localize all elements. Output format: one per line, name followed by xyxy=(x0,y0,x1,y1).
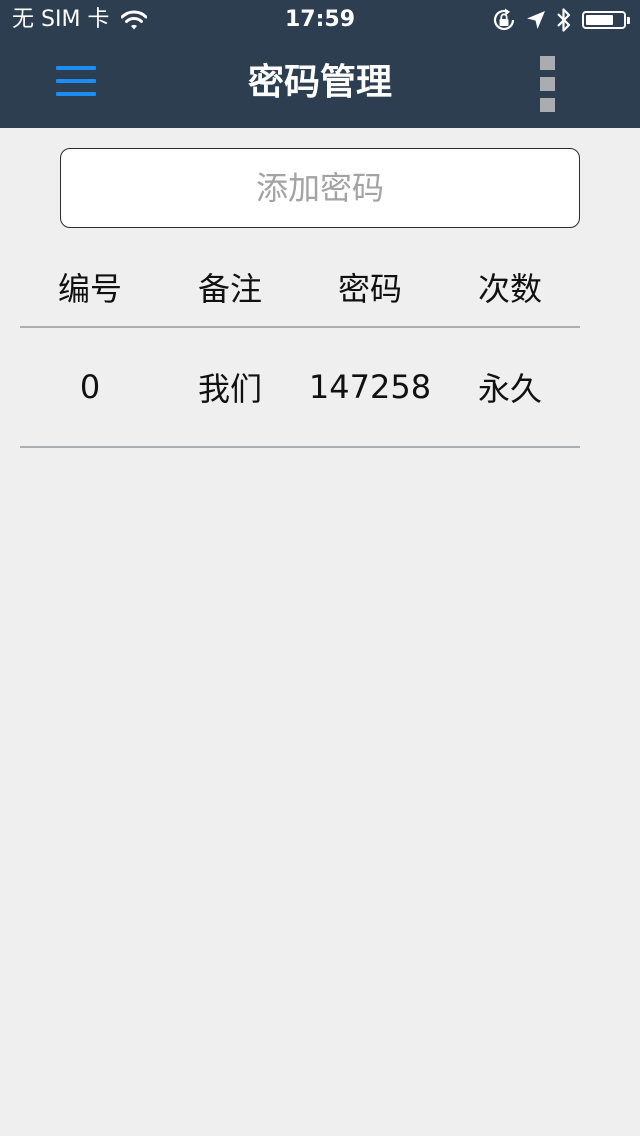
rotation-lock-icon xyxy=(493,8,515,31)
bluetooth-icon xyxy=(557,8,571,32)
cell-remark: 我们 xyxy=(197,370,262,408)
header-count: 次数 xyxy=(477,270,542,308)
battery-icon xyxy=(582,11,630,29)
add-password-button[interactable]: 添加密码 xyxy=(60,148,580,228)
header-remark: 备注 xyxy=(197,270,262,308)
cell-id: 0 xyxy=(79,368,101,406)
header-id: 编号 xyxy=(57,270,122,308)
password-table: 编号 备注 密码 次数 0 我们 147258 永久 xyxy=(20,248,580,448)
more-vertical-icon[interactable] xyxy=(540,56,556,112)
navigation-bar: 密码管理 xyxy=(0,40,640,128)
status-bar: 无 SIM 卡 17:59 xyxy=(0,0,640,40)
table-header: 编号 备注 密码 次数 xyxy=(20,248,580,328)
location-icon xyxy=(527,11,545,29)
battery-tip xyxy=(627,16,630,24)
table-row[interactable]: 0 我们 147258 永久 xyxy=(20,328,580,448)
cell-password: 147258 xyxy=(308,368,432,406)
battery-level xyxy=(586,15,613,25)
battery-body xyxy=(582,11,626,29)
cell-count: 永久 xyxy=(477,370,542,408)
top-bar: 无 SIM 卡 17:59 密码管理 xyxy=(0,0,640,128)
header-password: 密码 xyxy=(337,270,402,308)
status-icons xyxy=(492,7,630,33)
